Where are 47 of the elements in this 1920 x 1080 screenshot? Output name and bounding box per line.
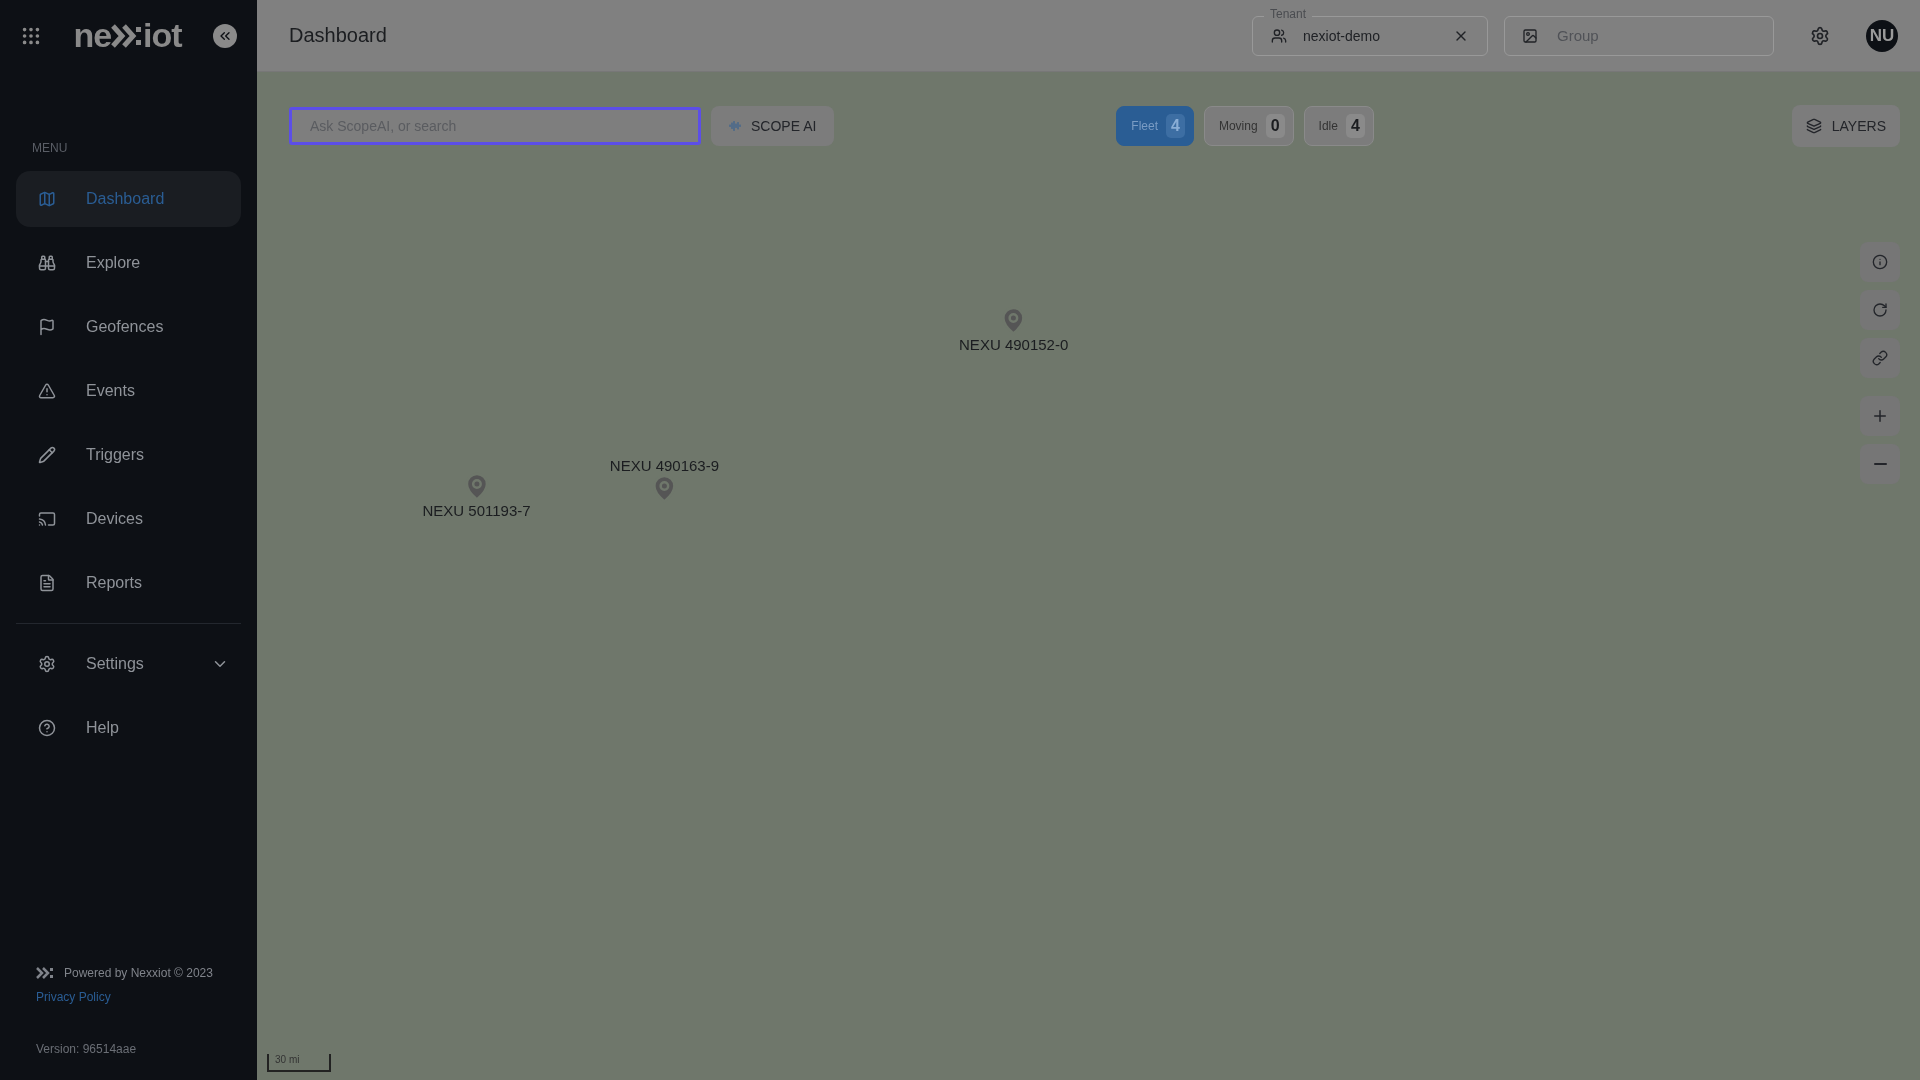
cast-icon	[38, 510, 56, 528]
nav-item[interactable]: Devices	[16, 491, 241, 547]
zoom-in-button[interactable]	[1860, 396, 1900, 436]
pencil-icon	[38, 446, 56, 464]
file-icon	[38, 574, 56, 592]
users-icon	[1271, 27, 1287, 44]
link-icon	[1872, 350, 1888, 366]
filter-tab[interactable]: Moving 0	[1203, 106, 1294, 146]
nav-item[interactable]: Events	[16, 363, 241, 419]
link-button[interactable]	[1860, 338, 1900, 378]
help-icon	[38, 719, 56, 737]
info-icon	[1872, 254, 1888, 270]
map-icon	[38, 190, 56, 208]
marker-label: NEXU 490163-9	[609, 456, 720, 474]
nav-item[interactable]: Explore	[16, 235, 241, 291]
info-button[interactable]	[1860, 242, 1900, 282]
binoculars-icon	[38, 254, 56, 272]
nav-item[interactable]: Reports	[16, 555, 241, 611]
brand-mark-icon	[36, 967, 54, 979]
menu-label: MENU	[32, 141, 69, 155]
nav-item[interactable]: Settings	[16, 636, 241, 692]
flag-icon	[38, 318, 56, 336]
minus-icon	[1873, 463, 1887, 465]
image-frame-icon	[1522, 27, 1538, 44]
collapse-button[interactable]	[213, 23, 237, 48]
refresh-button[interactable]	[1860, 290, 1900, 330]
logo: ne iot	[73, 16, 182, 55]
plus-icon	[1871, 407, 1889, 425]
nav-item[interactable]: Triggers	[16, 427, 241, 483]
marker-label: NEXU 501193-7	[422, 501, 531, 519]
page-title: Dashboard	[289, 24, 388, 47]
map-scale: 30 mi	[267, 1054, 331, 1072]
layers-icon	[1805, 118, 1822, 134]
layers-button[interactable]: LAYERS	[1791, 105, 1900, 147]
refresh-icon	[1872, 302, 1888, 318]
alert-icon	[38, 382, 56, 400]
filter-tab[interactable]: Idle 4	[1303, 106, 1374, 146]
sound-wave-icon	[729, 120, 741, 132]
version-text: Version: 96514aae	[36, 1042, 138, 1056]
user-avatar[interactable]: NU	[1866, 19, 1898, 52]
nav-item[interactable]: Help	[16, 700, 241, 756]
gear-icon	[38, 655, 56, 673]
settings-icon[interactable]	[1810, 25, 1830, 46]
nav-item[interactable]: Geofences	[16, 299, 241, 355]
scope-ai-button[interactable]: SCOPE AI	[711, 106, 835, 146]
powered-by-text: Powered by Nexxiot © 2023	[64, 966, 213, 980]
marker-label: NEXU 490152-0	[959, 335, 1069, 353]
